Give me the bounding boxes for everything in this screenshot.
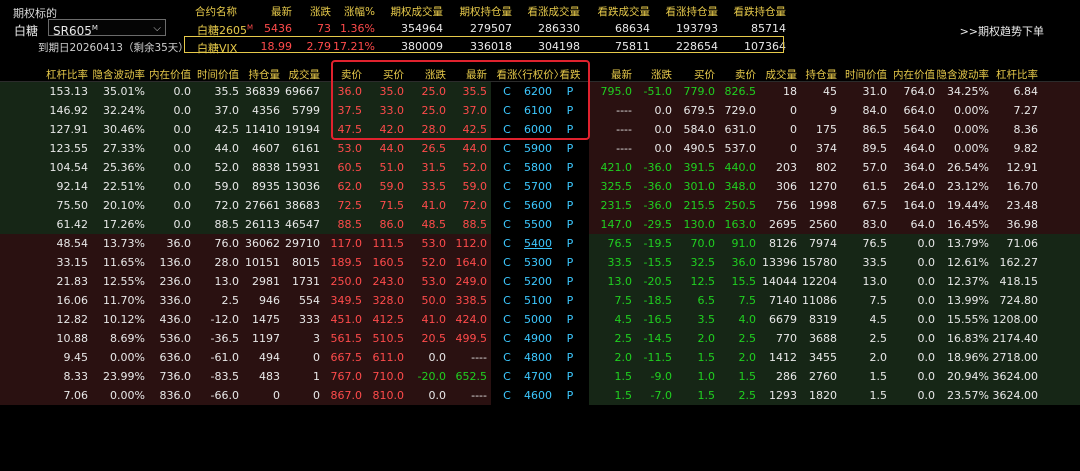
cell-22: 36.98	[1006, 218, 1039, 231]
summary-row1-opt_oi: 279507	[470, 22, 512, 35]
cell-22: 162.27	[999, 256, 1039, 269]
cell-22: 7.27	[1013, 104, 1039, 117]
table-row[interactable]: 48.54 13.73% 36.0 76.0 36062 29710 117.0 111.5 5…	[0, 234, 1080, 253]
table-row[interactable]: 16.06 11.70% 336.0 2.5 946 554 349.5 328.0 50.0 3…	[0, 291, 1080, 310]
summary-row1-call_oi: 193793	[676, 22, 718, 35]
chevron-down-icon[interactable]: ⌵	[153, 20, 161, 37]
summary-row1-call_vol: 286330	[538, 22, 580, 35]
table-row[interactable]: 61.42 17.26% 0.0 88.5 26113 46547 88.5 86.0 48.5…	[0, 215, 1080, 234]
expiry-info: 到期日20260413（剩余35天）	[38, 42, 189, 54]
cell-22: 418.15	[999, 275, 1039, 288]
summary-header-8: 看涨持仓量	[665, 6, 719, 18]
cell-22: 2174.40	[992, 332, 1039, 345]
cell-22: 8.36	[1013, 123, 1039, 136]
summary-header-5: 期权持仓量	[459, 6, 513, 18]
summary-row1-put_oi: 85714	[751, 22, 786, 35]
cell-22: 3624.00	[992, 370, 1039, 383]
table-row[interactable]: 127.91 30.46% 0.0 42.5 11410 19194 47.5 42.0 28.…	[0, 120, 1080, 139]
table-row[interactable]: 104.54 25.36% 0.0 52.0 8838 15931 60.5 51.0 31.5…	[0, 158, 1080, 177]
cell-22: 3624.00	[992, 389, 1039, 402]
summary-header-4: 期权成交量	[390, 6, 444, 18]
cell-22: 23.48	[1006, 199, 1039, 212]
contract-code: SR605	[53, 24, 92, 38]
table-row[interactable]: 153.13 35.01% 0.0 35.5 36839 69667 36.0 35.0 25.…	[0, 82, 1080, 101]
table-row[interactable]: 75.50 20.10% 0.0 72.0 27661 38683 72.5 71.5 41.0…	[0, 196, 1080, 215]
summary-header-9: 看跌持仓量	[733, 6, 787, 18]
cell-22: 16.70	[1006, 180, 1039, 193]
cell-22: 724.80	[999, 294, 1039, 307]
cell-22: 9.82	[1013, 142, 1039, 155]
cell-22: 2718.00	[992, 351, 1039, 364]
table-row[interactable]: 7.06 0.00% 836.0 -66.0 0 0 867.0 810.0 0.0 ---- C 4…	[0, 386, 1080, 405]
option-trend-link[interactable]: >>期权趋势下单	[960, 23, 1044, 39]
cell-22: 12.91	[1006, 161, 1039, 174]
summary-row1-pct: 1.36%	[340, 22, 375, 35]
cell-22: 6.84	[1013, 85, 1039, 98]
vix-row-box	[184, 36, 784, 53]
contract-sup: M	[91, 24, 98, 32]
summary-header-7: 看跌成交量	[597, 6, 651, 18]
table-row[interactable]: 9.45 0.00% 636.0 -61.0 494 0 667.5 611.0 0.0 ----…	[0, 348, 1080, 367]
cell-22: 1208.00	[992, 313, 1039, 326]
table-row[interactable]: 123.55 27.33% 0.0 44.0 4607 6161 53.0 44.0 26.5 4…	[0, 139, 1080, 158]
cell-22: 71.06	[1006, 237, 1039, 250]
summary-row1-put_vol: 68634	[615, 22, 650, 35]
table-row[interactable]: 10.88 8.69% 536.0 -36.5 1197 3 561.5 510.5 20.5 4…	[0, 329, 1080, 348]
table-row[interactable]: 33.15 11.65% 136.0 28.0 10151 8015 189.5 160.5 5…	[0, 253, 1080, 272]
symbol-name: 白糖	[14, 24, 39, 38]
table-row[interactable]: 12.82 10.12% 436.0 -12.0 1475 333 451.0 412.5 41…	[0, 310, 1080, 329]
table-row[interactable]: 146.92 32.24% 0.0 37.0 4356 5799 37.5 33.0 25.0 3…	[0, 101, 1080, 120]
summary-row1-opt_vol: 354964	[401, 22, 443, 35]
table-row[interactable]: 8.33 23.99% 736.0 -83.5 483 1 767.0 710.0 -20.0 6…	[0, 367, 1080, 386]
contract-select[interactable]: SR605M ⌵	[48, 19, 166, 38]
table-row[interactable]: 92.14 22.51% 0.0 59.0 8935 13036 62.0 59.0 33.5 5…	[0, 177, 1080, 196]
summary-header-3: 涨幅%	[344, 6, 375, 18]
column-header-22[interactable]: 杠杆比率	[968, 67, 1038, 81]
table-row[interactable]: 21.83 12.55% 236.0 13.0 2981 1731 250.0 243.0 53…	[0, 272, 1080, 291]
summary-header-6: 看涨成交量	[527, 6, 581, 18]
